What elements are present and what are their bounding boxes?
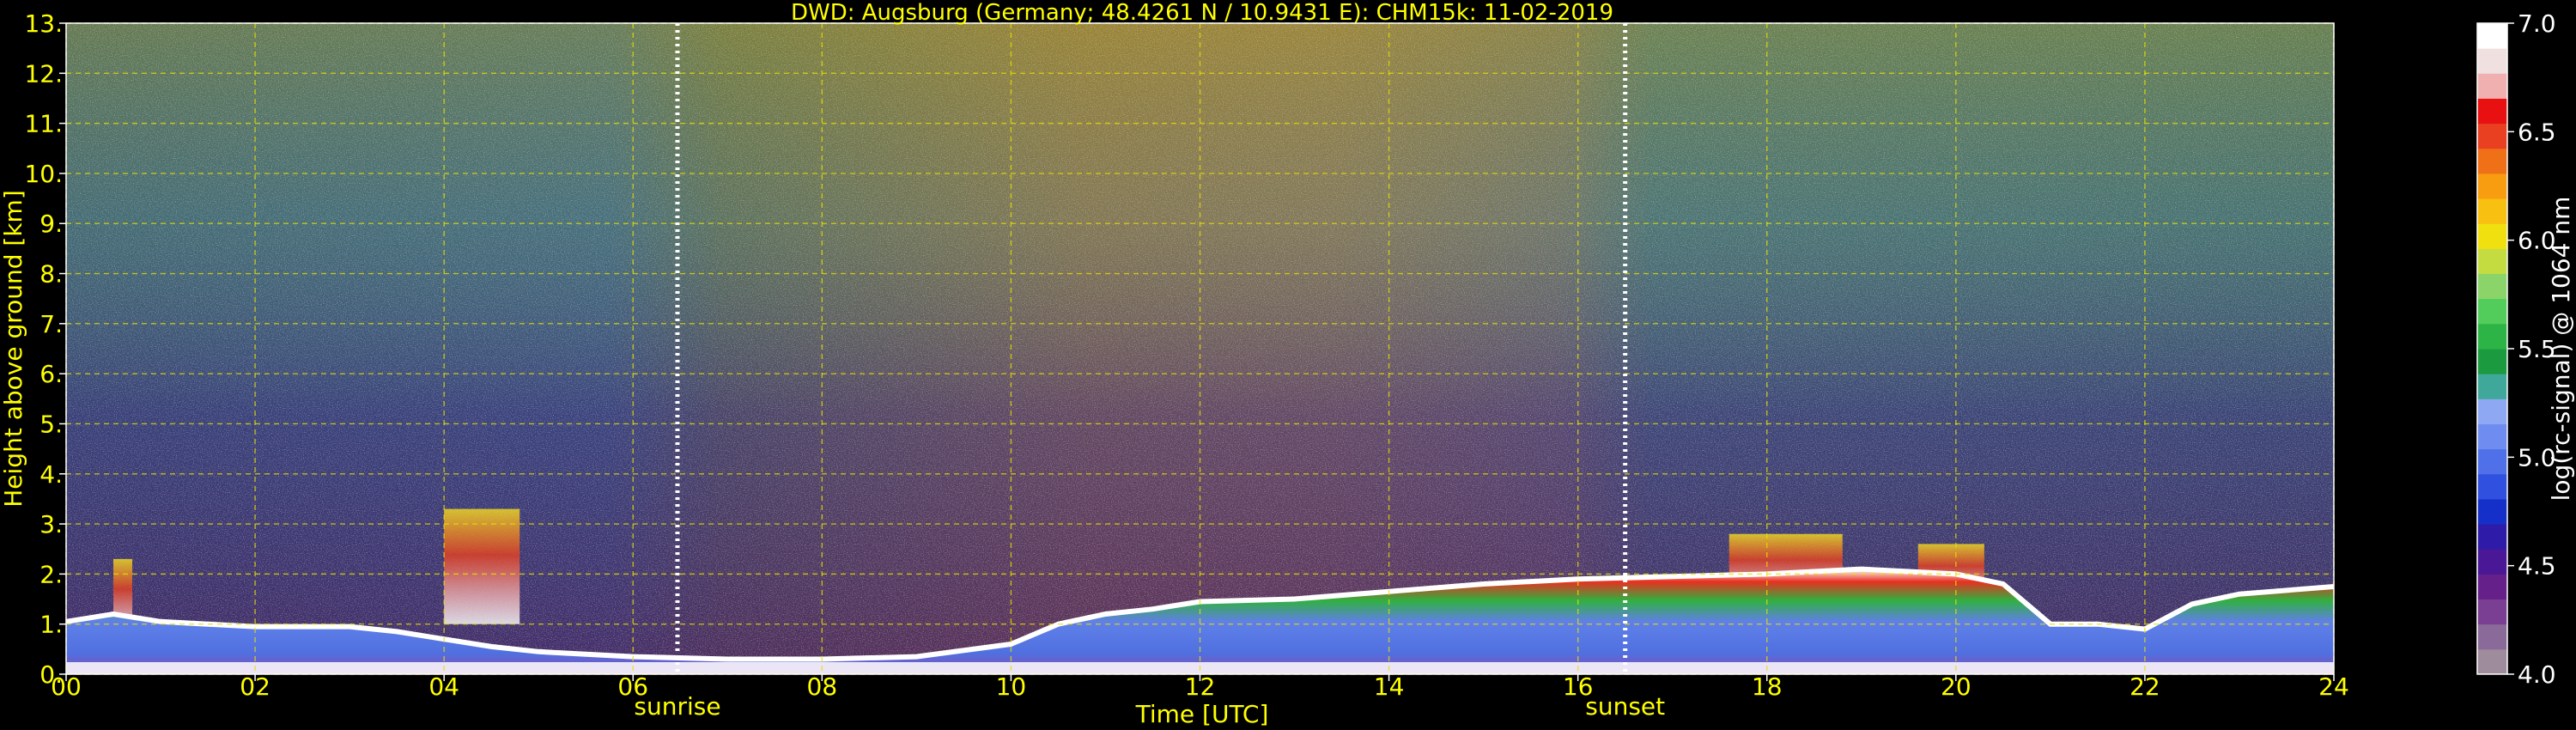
colorbar-tick-label: 6.5: [2518, 118, 2556, 146]
colorbar-tick-label: 4.5: [2518, 552, 2556, 581]
y-tick-label: 12.: [24, 59, 63, 88]
colorbar-swatch: [2477, 549, 2507, 575]
x-tick-label: 24: [2318, 672, 2349, 701]
y-axis-label: Height above ground [km]: [0, 190, 27, 508]
colorbar-swatch: [2477, 48, 2507, 74]
colorbar-swatch: [2477, 198, 2507, 224]
colorbar-swatch: [2477, 73, 2507, 99]
colorbar-swatch: [2477, 574, 2507, 600]
colorbar-swatch: [2477, 223, 2507, 249]
y-tick-label: 3.: [39, 510, 63, 538]
colorbar-swatch: [2477, 349, 2507, 374]
sunset-label: sunset: [1585, 692, 1665, 721]
colorbar-swatch: [2477, 148, 2507, 174]
y-tick-label: 13.: [24, 9, 63, 38]
x-tick-label: 06: [617, 672, 648, 701]
x-tick-label: 02: [240, 672, 270, 701]
x-tick-label: 20: [1941, 672, 1971, 701]
x-tick-label: 08: [807, 672, 838, 701]
y-tick-label: 11.: [24, 110, 63, 138]
colorbar-swatch: [2477, 624, 2507, 650]
colorbar-swatch: [2477, 123, 2507, 149]
x-tick-label: 18: [1752, 672, 1783, 701]
colorbar-tick-label: 4.0: [2518, 660, 2556, 689]
colorbar-swatch: [2477, 248, 2507, 275]
colorbar-swatch: [2477, 23, 2507, 49]
y-tick-label: 10.: [24, 160, 63, 188]
x-axis-label: Time [UTC]: [1135, 700, 1269, 728]
colorbar-label: log(rc-signal) @ 1064 nm: [2547, 197, 2575, 502]
x-tick-label: 10: [996, 672, 1027, 701]
colorbar-swatch: [2477, 98, 2507, 125]
colorbar-tick-label: 7.0: [2518, 9, 2556, 38]
colorbar: 4.04.55.05.56.06.57.0: [2476, 9, 2556, 689]
chart-title: DWD: Augsburg (Germany; 48.4261 N / 10.9…: [791, 0, 1613, 26]
colorbar-swatch: [2477, 599, 2507, 625]
y-tick-label: 6.: [39, 360, 63, 388]
y-tick-label: 9.: [39, 210, 63, 238]
y-tick-label: 2.: [39, 560, 63, 588]
x-tick-label: 22: [2129, 672, 2160, 701]
colorbar-swatch: [2477, 498, 2507, 525]
colorbar-swatch: [2477, 323, 2507, 350]
x-tick-label: 04: [428, 672, 459, 701]
colorbar-swatch: [2477, 273, 2507, 300]
y-tick-label: 0.: [39, 660, 63, 689]
colorbar-swatch: [2477, 398, 2507, 424]
colorbar-swatch: [2477, 473, 2507, 500]
colorbar-swatch: [2477, 448, 2507, 475]
colorbar-swatch: [2477, 173, 2507, 199]
colorbar-swatch: [2477, 298, 2507, 325]
y-tick-label: 5.: [39, 410, 63, 438]
y-tick-label: 7.: [39, 310, 63, 338]
aerosol-plume-1: [444, 508, 520, 624]
colorbar-swatch: [2477, 524, 2507, 550]
y-tick-label: 8.: [39, 260, 63, 289]
ceilometer-figure: sunrise sunset 00 02 04 06 08 10 12 14 16 18 20 22 24…: [0, 0, 2575, 728]
x-tick-label: 14: [1374, 672, 1405, 701]
y-tick-label: 4.: [39, 460, 63, 489]
colorbar-swatch: [2477, 648, 2507, 675]
colorbar-swatch: [2477, 374, 2507, 399]
x-tick-label: 12: [1185, 672, 1216, 701]
x-tick-label: 16: [1563, 672, 1594, 701]
y-tick-label: 1.: [39, 611, 63, 639]
colorbar-swatch: [2477, 423, 2507, 450]
